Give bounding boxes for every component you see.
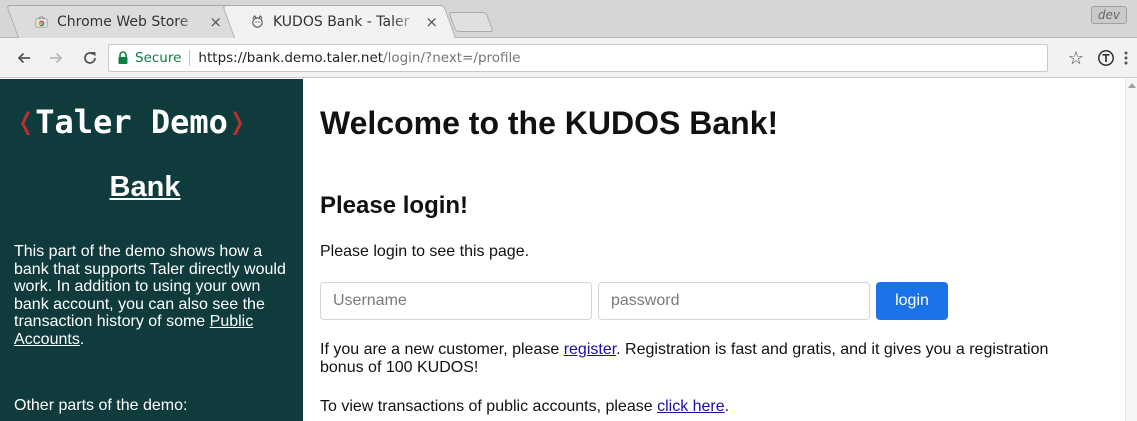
tab-chrome-web-store[interactable]: Chrome Web Store × xyxy=(12,5,234,38)
tab-title: KUDOS Bank - Taler xyxy=(273,13,410,30)
page-viewport: ❬Taler Demo❭ Bank This part of the demo … xyxy=(0,79,1137,421)
tab-strip: Chrome Web Store × KUDOS Bank - Taler × … xyxy=(0,0,1137,38)
close-tab-icon[interactable]: × xyxy=(209,13,222,31)
kebab-menu-icon xyxy=(1124,51,1128,65)
back-button[interactable] xyxy=(12,46,36,70)
secure-label: Secure xyxy=(135,50,182,66)
new-tab-button[interactable] xyxy=(448,12,494,32)
username-input[interactable] xyxy=(320,282,592,320)
arrow-left-icon xyxy=(17,52,30,64)
main-content: Welcome to the KUDOS Bank! Please login!… xyxy=(320,79,1120,421)
arrow-right-icon xyxy=(50,52,63,64)
sidebar-description: This part of the demo shows how a bank t… xyxy=(14,243,286,348)
chrome-web-store-icon xyxy=(35,16,48,28)
register-text-before: If you are a new customer, please xyxy=(320,341,564,358)
page-title: Welcome to the KUDOS Bank! xyxy=(320,105,779,141)
scroll-up-arrow-icon[interactable] xyxy=(1128,83,1136,88)
address-bar[interactable]: Secure https://bank.demo.taler.net/login… xyxy=(108,44,1048,72)
login-button[interactable]: login xyxy=(876,282,948,320)
reload-button[interactable] xyxy=(78,46,102,70)
public-text-after: . xyxy=(724,398,730,415)
login-heading: Please login! xyxy=(320,192,469,219)
browser-toolbar: Secure https://bank.demo.taler.net/login… xyxy=(0,38,1137,78)
taler-extension-icon xyxy=(1098,50,1114,66)
bookmark-star-icon[interactable]: ☆ xyxy=(1064,46,1088,70)
profile-badge[interactable]: dev xyxy=(1090,6,1127,24)
omnibox-divider xyxy=(189,50,191,66)
tab-kudos-bank[interactable]: KUDOS Bank - Taler × xyxy=(228,5,450,38)
register-paragraph: If you are a new customer, please regist… xyxy=(320,341,1080,377)
public-accounts-paragraph: To view transactions of public accounts,… xyxy=(320,398,729,416)
brand-close-bracket: ❭ xyxy=(227,103,248,141)
reload-icon xyxy=(84,52,96,64)
login-intro: Please login to see this page. xyxy=(320,243,530,260)
password-input[interactable] xyxy=(598,282,870,320)
brand-name: Taler Demo xyxy=(35,103,228,141)
taler-favicon-icon xyxy=(252,15,263,28)
click-here-link[interactable]: click here xyxy=(657,398,725,415)
menu-button[interactable] xyxy=(1118,46,1134,70)
other-parts-heading: Other parts of the demo: xyxy=(14,397,188,414)
url-host: https://bank.demo.taler.net xyxy=(198,50,384,66)
sidebar-bank-link[interactable]: Bank xyxy=(0,171,290,204)
register-link[interactable]: register xyxy=(564,341,616,358)
tab-title: Chrome Web Store xyxy=(57,13,189,30)
taler-demo-logo[interactable]: ❬Taler Demo❭ xyxy=(16,103,247,141)
brand-open-bracket: ❬ xyxy=(16,103,36,141)
forward-button[interactable] xyxy=(44,46,68,70)
sidebar: ❬Taler Demo❭ Bank This part of the demo … xyxy=(0,79,303,421)
public-text-before: To view transactions of public accounts,… xyxy=(320,398,658,415)
lock-icon xyxy=(118,51,128,64)
vertical-scrollbar[interactable] xyxy=(1125,79,1137,421)
close-tab-icon[interactable]: × xyxy=(425,13,438,31)
browser-window: Chrome Web Store × KUDOS Bank - Taler × … xyxy=(0,0,1137,421)
extension-button[interactable] xyxy=(1094,46,1118,70)
url-path: /login/?next=/profile xyxy=(383,50,521,66)
sidebar-description-end: . xyxy=(79,330,85,348)
